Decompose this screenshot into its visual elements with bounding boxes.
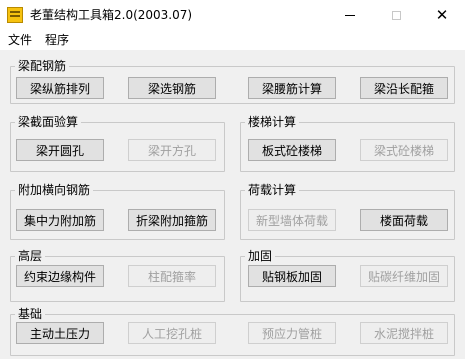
beam-waist-rebar-button[interactable]: 梁腰筋计算: [248, 77, 336, 99]
slab-stair-button[interactable]: 板式砼楼梯: [248, 139, 336, 161]
floor-load-button[interactable]: 楼面荷载: [360, 209, 448, 231]
prestressed-pile-button: 预应力管桩: [248, 322, 336, 344]
close-icon: ✕: [435, 5, 449, 24]
cement-mixing-pile-button: 水泥搅拌桩: [360, 322, 448, 344]
group-label: 附加横向钢筋: [15, 182, 94, 198]
maximize-button: [373, 0, 419, 30]
menu-file[interactable]: 文件: [6, 32, 34, 48]
beam-stair-button: 梁式砼楼梯: [360, 139, 448, 161]
group-label: 高层: [15, 248, 46, 264]
title-bar[interactable]: 老董结构工具箱2.0(2003.07) ✕: [0, 0, 465, 30]
toolbox-icon: [7, 7, 23, 23]
beam-stirrup-button[interactable]: 梁沿长配箍: [360, 77, 448, 99]
close-button[interactable]: ✕: [419, 0, 465, 30]
client-area: 梁配钢筋 梁纵筋排列 梁选钢筋 梁腰筋计算 梁沿长配箍 梁截面验算 梁开圆孔 梁…: [0, 50, 465, 359]
group-label: 基础: [15, 306, 46, 322]
group-label: 加固: [245, 248, 276, 264]
manual-bored-pile-button: 人工挖孔桩: [128, 322, 216, 344]
window-title: 老董结构工具箱2.0(2003.07): [30, 8, 193, 22]
folded-beam-stirrup-button[interactable]: 折梁附加箍筋: [128, 209, 216, 231]
new-wall-load-button: 新型墙体荷载: [248, 209, 336, 231]
group-label: 楼梯计算: [245, 114, 300, 130]
group-label: 梁截面验算: [15, 114, 82, 130]
steel-plate-button[interactable]: 贴钢板加固: [248, 265, 336, 287]
group-label: 梁配钢筋: [15, 58, 70, 74]
menu-bar: 文件 程序: [0, 30, 465, 50]
boundary-element-button[interactable]: 约束边缘构件: [16, 265, 104, 287]
column-stirrup-ratio-button: 柱配箍率: [128, 265, 216, 287]
minimize-button[interactable]: [327, 0, 373, 30]
beam-longitudinal-button[interactable]: 梁纵筋排列: [16, 77, 104, 99]
minimize-icon: [345, 14, 355, 16]
maximize-icon: [391, 10, 401, 20]
concentrated-load-rebar-button[interactable]: 集中力附加筋: [16, 209, 104, 231]
beam-square-hole-button: 梁开方孔: [128, 139, 216, 161]
beam-select-rebar-button[interactable]: 梁选钢筋: [128, 77, 216, 99]
menu-program[interactable]: 程序: [43, 32, 71, 48]
beam-round-hole-button[interactable]: 梁开圆孔: [16, 139, 104, 161]
active-earth-pressure-button[interactable]: 主动土压力: [16, 322, 104, 344]
carbon-fiber-button: 贴碳纤维加固: [360, 265, 448, 287]
group-label: 荷载计算: [245, 182, 300, 198]
